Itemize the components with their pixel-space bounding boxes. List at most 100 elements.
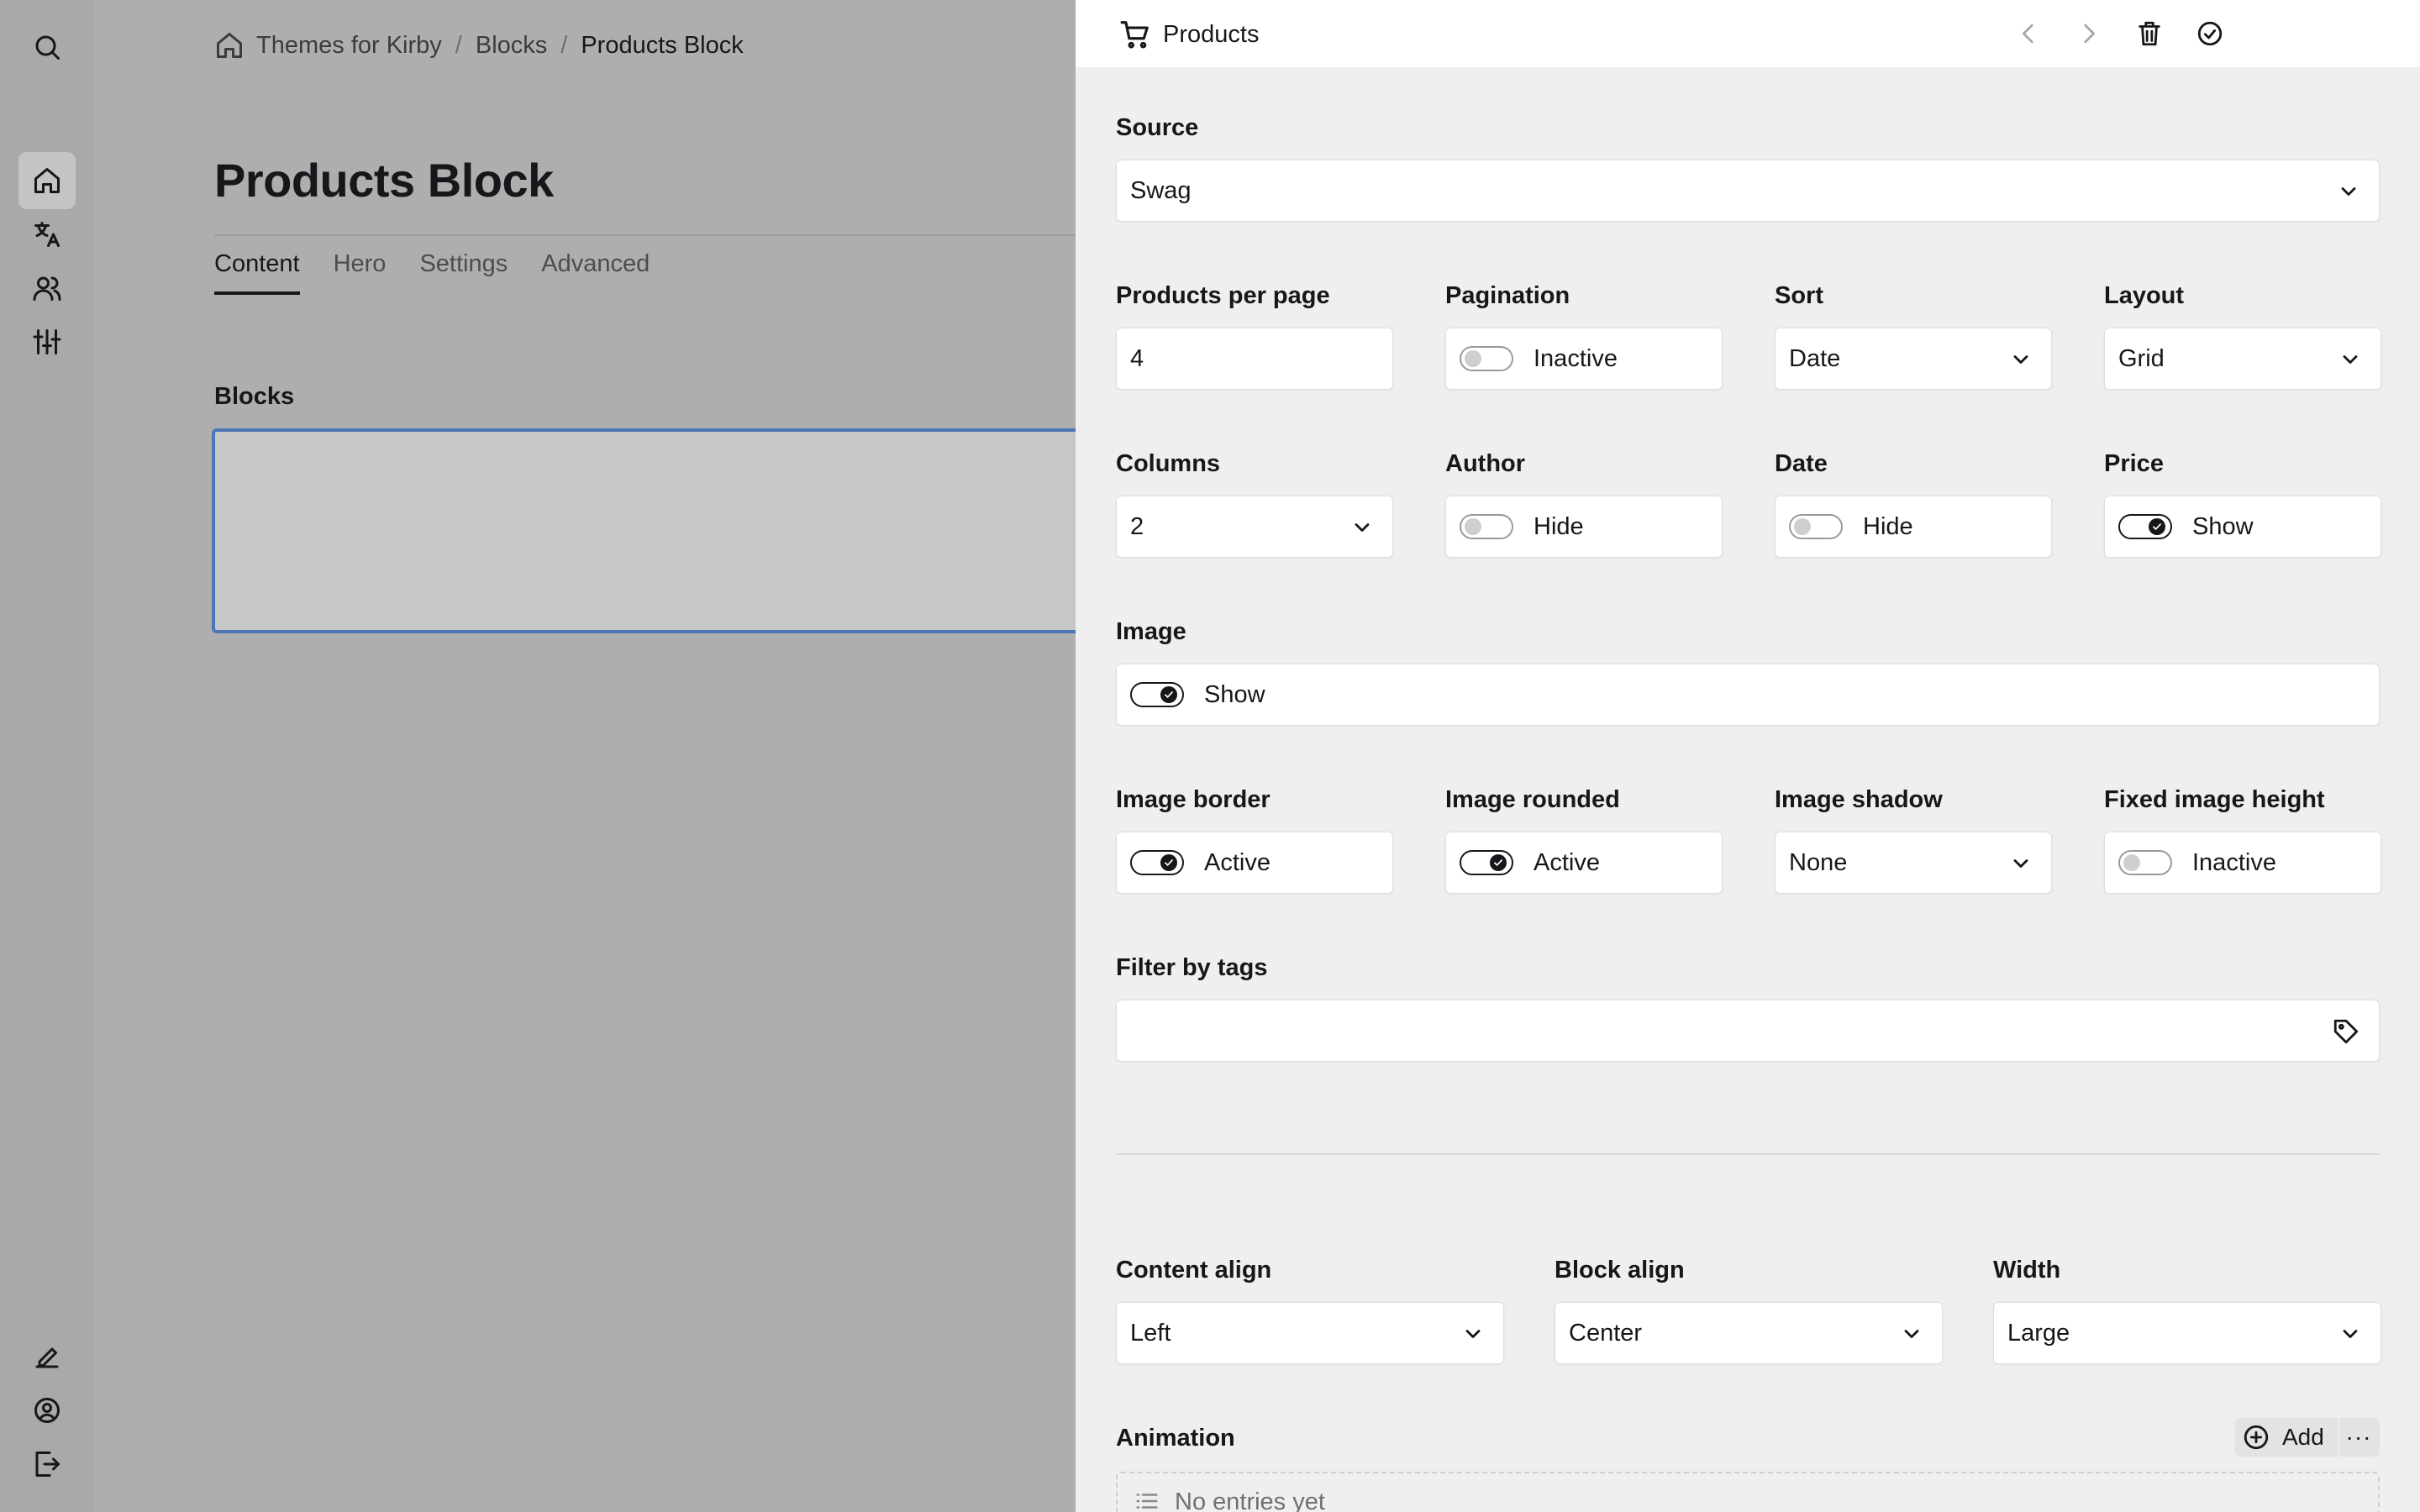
columns-value: 2 bbox=[1130, 512, 1144, 540]
image-rounded-toggle[interactable] bbox=[1460, 850, 1513, 875]
breadcrumb-item-current[interactable]: Products Block bbox=[581, 32, 743, 60]
chevron-down-icon bbox=[1904, 1330, 1919, 1338]
image-shadow-select[interactable]: None bbox=[1775, 832, 2052, 894]
image-value: Show bbox=[1204, 680, 1265, 708]
tab-hero[interactable]: Hero bbox=[334, 250, 387, 295]
animation-empty-state[interactable]: No entries yet bbox=[1116, 1472, 2380, 1512]
trash-icon bbox=[2139, 21, 2160, 46]
home-icon bbox=[34, 168, 60, 193]
drawer-title-text: Products bbox=[1163, 20, 1260, 48]
users-icon bbox=[33, 276, 61, 301]
next-block-button[interactable] bbox=[2072, 17, 2106, 50]
price-label: Price bbox=[2104, 450, 2164, 477]
author-label: Author bbox=[1445, 450, 1526, 477]
breadcrumb-separator: / bbox=[455, 31, 462, 59]
breadcrumb-separator: / bbox=[560, 31, 568, 59]
search-icon bbox=[35, 35, 60, 60]
date-toggle[interactable] bbox=[1789, 514, 1843, 539]
sort-label: Sort bbox=[1775, 282, 1823, 309]
content-align-select[interactable]: Left bbox=[1116, 1302, 1504, 1364]
image-rounded-toggle-field[interactable]: Active bbox=[1445, 832, 1723, 894]
filter-by-tags-input[interactable] bbox=[1116, 1000, 2380, 1062]
page-title: Products Block bbox=[214, 154, 554, 207]
tab-advanced[interactable]: Advanced bbox=[541, 250, 650, 295]
breadcrumb-item-blocks[interactable]: Blocks bbox=[476, 32, 547, 60]
pagination-toggle[interactable] bbox=[1460, 346, 1513, 371]
pagination-value: Inactive bbox=[1534, 344, 1618, 372]
pagination-toggle-field[interactable]: Inactive bbox=[1445, 328, 1723, 390]
blocks-field[interactable] bbox=[212, 428, 1086, 633]
menu-changes-button[interactable] bbox=[18, 1328, 76, 1385]
tabs-divider bbox=[214, 234, 1076, 236]
close-drawer-button[interactable] bbox=[2193, 17, 2227, 50]
products-per-page-input[interactable]: 4 bbox=[1116, 328, 1393, 390]
columns-select[interactable]: 2 bbox=[1116, 496, 1393, 558]
sort-value: Date bbox=[1789, 344, 1841, 372]
fixed-image-height-toggle[interactable] bbox=[2118, 850, 2172, 875]
chevron-down-icon bbox=[2343, 355, 2358, 364]
drawer-header: Products bbox=[1076, 0, 2420, 67]
author-toggle[interactable] bbox=[1460, 514, 1513, 539]
breadcrumb-item-site[interactable]: Themes for Kirby bbox=[256, 32, 442, 60]
chevron-down-icon bbox=[2013, 859, 2028, 868]
image-border-toggle-field[interactable]: Active bbox=[1116, 832, 1393, 894]
price-value: Show bbox=[2192, 512, 2254, 540]
chevron-down-icon bbox=[2341, 187, 2356, 196]
block-align-select[interactable]: Center bbox=[1555, 1302, 1943, 1364]
prev-block-button[interactable] bbox=[2012, 17, 2045, 50]
fixed-image-height-label: Fixed image height bbox=[2104, 786, 2325, 813]
layout-label: Layout bbox=[2104, 282, 2185, 309]
drawer-title: Products bbox=[1119, 18, 1259, 50]
animation-add-group: Add ··· bbox=[2235, 1418, 2380, 1457]
layout-select[interactable]: Grid bbox=[2104, 328, 2381, 390]
image-border-toggle[interactable] bbox=[1130, 850, 1184, 875]
image-toggle-field[interactable]: Show bbox=[1116, 664, 2380, 726]
side-menu bbox=[0, 0, 94, 1512]
tab-content[interactable]: Content bbox=[214, 250, 300, 295]
image-rounded-label: Image rounded bbox=[1445, 786, 1620, 813]
sort-select[interactable]: Date bbox=[1775, 328, 2052, 390]
width-value: Large bbox=[2007, 1319, 2070, 1347]
author-toggle-field[interactable]: Hide bbox=[1445, 496, 1723, 558]
tab-settings[interactable]: Settings bbox=[419, 250, 508, 295]
block-drawer: Products Source Swag Products per page 4… bbox=[1076, 0, 2420, 1512]
breadcrumb: Themes for Kirby / Blocks / Products Blo… bbox=[214, 30, 744, 60]
menu-languages-button[interactable] bbox=[18, 206, 76, 263]
menu-account-button[interactable] bbox=[18, 1382, 76, 1439]
menu-system-button[interactable] bbox=[18, 313, 76, 370]
animation-add-button[interactable]: Add bbox=[2235, 1418, 2339, 1457]
image-label: Image bbox=[1116, 618, 1186, 645]
main-view: Themes for Kirby / Blocks / Products Blo… bbox=[94, 0, 1086, 1512]
settings-sliders-icon bbox=[33, 329, 61, 354]
layout-value: Grid bbox=[2118, 344, 2165, 372]
content-align-value: Left bbox=[1130, 1319, 1171, 1347]
menu-home-button[interactable] bbox=[18, 152, 76, 209]
blocks-field-label: Blocks bbox=[214, 383, 295, 410]
chevron-down-icon bbox=[2013, 355, 2028, 364]
account-icon bbox=[34, 1398, 60, 1423]
source-value: Swag bbox=[1130, 176, 1192, 204]
check-circle-icon bbox=[2197, 21, 2223, 46]
price-toggle-field[interactable]: Show bbox=[2104, 496, 2381, 558]
price-toggle[interactable] bbox=[2118, 514, 2172, 539]
date-toggle-field[interactable]: Hide bbox=[1775, 496, 2052, 558]
width-select[interactable]: Large bbox=[1993, 1302, 2381, 1364]
menu-users-button[interactable] bbox=[18, 260, 76, 317]
image-toggle[interactable] bbox=[1130, 682, 1184, 707]
fixed-image-height-toggle-field[interactable]: Inactive bbox=[2104, 832, 2381, 894]
chevron-down-icon bbox=[1355, 523, 1370, 532]
home-icon[interactable] bbox=[214, 30, 245, 60]
menu-logout-button[interactable] bbox=[18, 1436, 76, 1493]
search-button[interactable] bbox=[18, 18, 76, 76]
prev-icon bbox=[2022, 24, 2033, 44]
width-label: Width bbox=[1993, 1257, 2061, 1284]
tag-icon bbox=[2333, 1019, 2359, 1044]
animation-more-button[interactable]: ··· bbox=[2339, 1418, 2378, 1457]
cart-icon bbox=[1120, 21, 1149, 49]
image-shadow-label: Image shadow bbox=[1775, 786, 1943, 813]
products-per-page-value: 4 bbox=[1130, 344, 1144, 372]
image-shadow-value: None bbox=[1789, 848, 1848, 876]
delete-block-button[interactable] bbox=[2133, 17, 2166, 50]
source-select[interactable]: Swag bbox=[1116, 160, 2380, 222]
section-divider bbox=[1116, 1153, 2380, 1155]
